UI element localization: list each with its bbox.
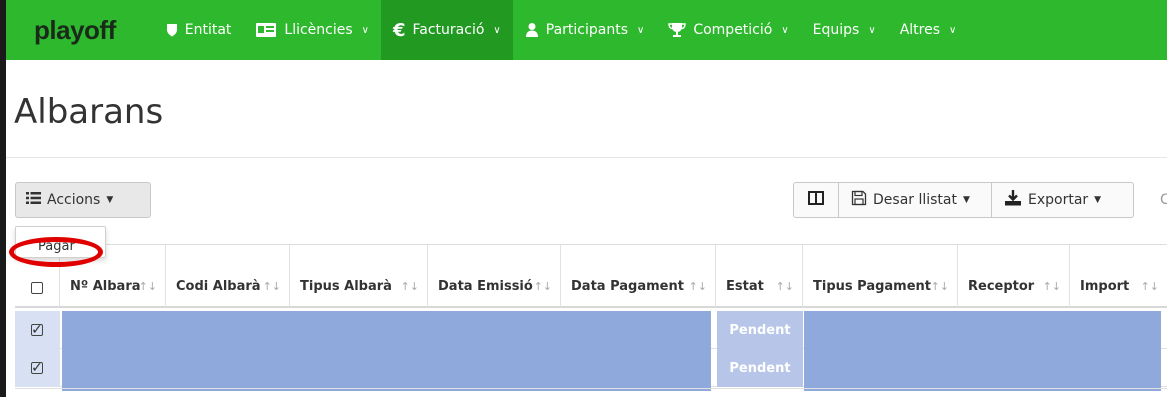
- nav-item-label: Competició: [693, 22, 773, 38]
- redacted-selection-area: [804, 311, 1161, 391]
- toolbar-overflow-text: C: [1160, 192, 1167, 208]
- select-all-checkbox[interactable]: [31, 282, 43, 294]
- chevron-down-icon: ∨: [868, 24, 876, 36]
- nav-item-label: Entitat: [184, 22, 232, 38]
- list-icon: [26, 192, 41, 208]
- save-list-button[interactable]: Desar llistat ▼: [839, 182, 992, 218]
- nav-item-label: Altres: [899, 22, 940, 38]
- shield-icon: [166, 23, 178, 37]
- user-icon: [525, 22, 539, 38]
- sort-icon: ↑↓: [775, 280, 794, 293]
- save-list-label: Desar llistat: [873, 192, 957, 208]
- row-checkbox-checked[interactable]: ✓: [31, 323, 43, 337]
- column-header-codi[interactable]: Codi Albarà ↑↓: [166, 245, 290, 308]
- sort-icon: ↑↓: [1042, 280, 1061, 293]
- sort-icon: ↑↓: [1140, 280, 1159, 293]
- export-label: Exportar: [1028, 192, 1089, 208]
- nav-item-label: Llicències: [284, 22, 353, 38]
- top-navbar: playoff Entitat Llicències ∨ € Facturaci…: [6, 0, 1167, 60]
- column-header-receptor[interactable]: Receptor ↑↓: [958, 245, 1070, 308]
- invoices-table: Nº Albara ↑↓ Codi Albarà ↑↓ Tipus Albarà…: [15, 244, 1167, 398]
- nav-item-entitat[interactable]: Entitat: [154, 0, 244, 60]
- nav-item-llicencies[interactable]: Llicències ∨: [243, 0, 381, 60]
- actions-label: Accions: [47, 192, 101, 208]
- nav-item-altres[interactable]: Altres ∨: [888, 0, 969, 60]
- columns-toggle-button[interactable]: [793, 182, 839, 218]
- sort-icon: ↑↓: [138, 280, 157, 293]
- export-button[interactable]: Exportar ▼: [992, 182, 1134, 218]
- column-header-emissio[interactable]: Data Emissió ↑↓: [428, 245, 561, 308]
- table-tools-group: Desar llistat ▼ Exportar ▼: [793, 182, 1134, 218]
- row-checkbox-checked[interactable]: ✓: [31, 361, 43, 375]
- status-badge: Pendent: [717, 311, 803, 349]
- column-header-pagament[interactable]: Data Pagament ↑↓: [561, 245, 716, 308]
- nav-item-equips[interactable]: Equips ∨: [801, 0, 888, 60]
- trophy-icon: [668, 22, 687, 38]
- highlight-annotation: [9, 237, 103, 267]
- id-card-icon: [255, 22, 277, 38]
- sort-icon: ↑↓: [688, 280, 707, 293]
- nav-item-competicio[interactable]: Competició ∨: [656, 0, 800, 60]
- table-row-partial: [15, 388, 1167, 399]
- title-divider: [6, 157, 1167, 158]
- nav-item-participants[interactable]: Participants ∨: [513, 0, 657, 60]
- sort-icon: ↑↓: [262, 280, 281, 293]
- euro-icon: €: [392, 19, 406, 41]
- page-title: Albarans: [14, 92, 164, 132]
- caret-down-icon: ▼: [106, 195, 114, 205]
- sort-icon: ↑↓: [533, 280, 552, 293]
- sort-icon: ↑↓: [930, 280, 949, 293]
- chevron-down-icon: ∨: [949, 24, 957, 36]
- sort-icon: ↑↓: [400, 280, 419, 293]
- status-badge: Pendent: [717, 349, 803, 387]
- chevron-down-icon: ∨: [361, 24, 369, 36]
- column-header-tipus[interactable]: Tipus Albarà ↑↓: [290, 245, 428, 308]
- nav-item-facturacio[interactable]: € Facturació ∨: [380, 0, 513, 60]
- chevron-down-icon: ∨: [493, 24, 501, 36]
- brand-logo[interactable]: playoff: [34, 15, 116, 46]
- header-label: Tipus Pagament: [813, 279, 932, 294]
- header-label: Tipus Albarà: [300, 279, 392, 294]
- caret-down-icon: ▼: [1094, 195, 1102, 205]
- save-icon: [851, 190, 867, 210]
- nav-item-label: Equips: [812, 22, 860, 38]
- column-header-tipus-pagament[interactable]: Tipus Pagament ↑↓: [803, 245, 958, 308]
- nav-item-label: Participants: [545, 22, 628, 38]
- header-label: Data Pagament: [571, 279, 684, 294]
- download-icon: [1004, 190, 1022, 210]
- columns-icon: [808, 191, 824, 209]
- redacted-selection-area: [62, 311, 711, 391]
- chevron-down-icon: ∨: [781, 24, 789, 36]
- column-header-estat[interactable]: Estat ↑↓: [716, 245, 803, 308]
- nav-item-label: Facturació: [412, 22, 485, 38]
- column-header-import[interactable]: Import ↑↓: [1070, 245, 1167, 308]
- actions-dropdown-button[interactable]: Accions ▼: [15, 182, 151, 218]
- chevron-down-icon: ∨: [637, 24, 645, 36]
- row-select-cell[interactable]: ✓: [15, 349, 60, 387]
- row-select-cell[interactable]: ✓: [15, 311, 60, 349]
- caret-down-icon: ▼: [963, 195, 970, 205]
